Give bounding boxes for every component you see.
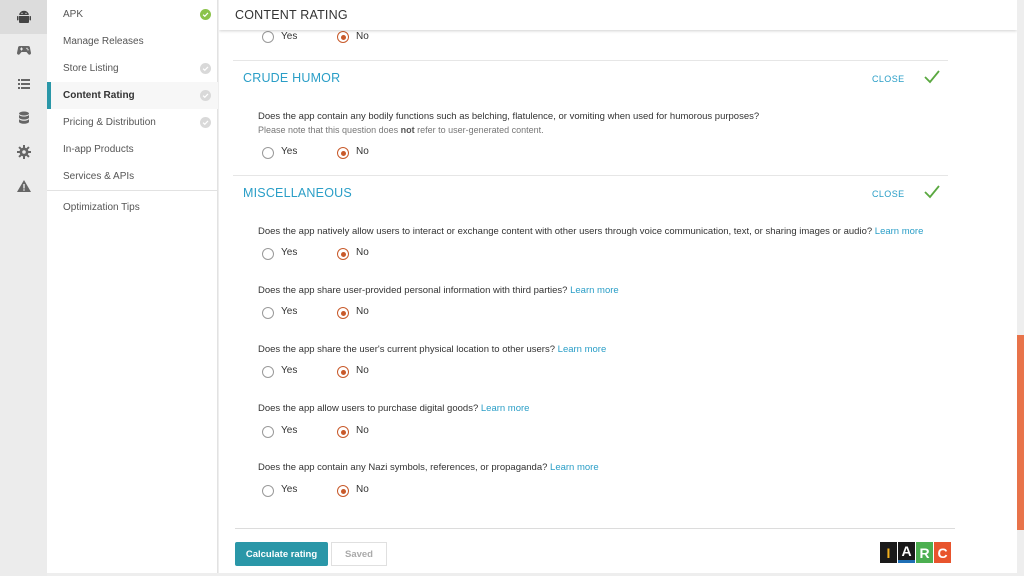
nav-item-label: Services & APIs bbox=[63, 171, 135, 182]
page-title: CONTENT RATING bbox=[235, 8, 348, 22]
radio-yes[interactable] bbox=[262, 307, 274, 319]
section-divider bbox=[233, 175, 948, 176]
iarc-letter: I bbox=[880, 542, 897, 563]
check-circle-icon bbox=[200, 63, 211, 74]
question-text: Does the app natively allow users to int… bbox=[258, 226, 924, 237]
question-text: Does the app allow users to purchase dig… bbox=[258, 403, 530, 414]
nav-item-label: Optimization Tips bbox=[63, 202, 140, 213]
close-section-link[interactable]: CLOSE bbox=[872, 189, 905, 199]
iarc-letter: A bbox=[898, 542, 915, 563]
page-header: CONTENT RATING bbox=[219, 0, 1017, 30]
radio-no-label: No bbox=[356, 306, 369, 317]
radio-no-label: No bbox=[356, 247, 369, 258]
section-divider bbox=[233, 60, 948, 61]
iarc-letter: R bbox=[916, 542, 933, 563]
nav-item-pricing-distribution[interactable]: Pricing & Distribution bbox=[47, 109, 218, 136]
radio-no[interactable] bbox=[337, 147, 349, 159]
learn-more-link[interactable]: Learn more bbox=[481, 403, 530, 414]
radio-no-label: No bbox=[356, 425, 369, 436]
radio-yes[interactable] bbox=[262, 147, 274, 159]
radio-no-label: No bbox=[356, 146, 369, 157]
radio-no[interactable] bbox=[337, 248, 349, 260]
radio-yes-label: Yes bbox=[281, 425, 298, 436]
calculate-rating-button[interactable]: Calculate rating bbox=[235, 542, 328, 566]
radio-yes-label: Yes bbox=[281, 31, 298, 42]
radio-yes[interactable] bbox=[262, 366, 274, 378]
close-section-link[interactable]: CLOSE bbox=[872, 74, 905, 84]
radio-yes-label: Yes bbox=[281, 306, 298, 317]
nav-item-label: APK bbox=[63, 9, 84, 20]
saved-button: Saved bbox=[331, 542, 387, 566]
nav-item-label: Manage Releases bbox=[63, 36, 144, 47]
nav-item-label: Content Rating bbox=[63, 90, 135, 101]
learn-more-link[interactable]: Learn more bbox=[558, 344, 607, 355]
radio-yes[interactable] bbox=[262, 485, 274, 497]
check-circle-icon bbox=[200, 9, 211, 20]
question-text: Does the app share the user's current ph… bbox=[258, 344, 607, 355]
nav-item-apk[interactable]: APK bbox=[47, 1, 218, 28]
question-text: Does the app contain any bodily function… bbox=[258, 111, 760, 122]
radio-yes-label: Yes bbox=[281, 484, 298, 495]
question-text: Does the app contain any Nazi symbols, r… bbox=[258, 462, 599, 473]
radio-no-label: No bbox=[356, 31, 369, 42]
radio-no-label: No bbox=[356, 365, 369, 376]
radio-no-label: No bbox=[356, 484, 369, 495]
nav-item-optimization-tips[interactable]: Optimization Tips bbox=[47, 194, 218, 221]
iarc-letter: C bbox=[934, 542, 951, 563]
radio-yes[interactable] bbox=[262, 426, 274, 438]
radio-yes-label: Yes bbox=[281, 247, 298, 258]
question-note: Please note that this question does not … bbox=[258, 125, 544, 135]
nav-item-label: Pricing & Distribution bbox=[63, 117, 156, 128]
checkmark-icon bbox=[924, 185, 940, 199]
section-title-miscellaneous: MISCELLANEOUS bbox=[243, 186, 352, 200]
main-content: CONTENT RATING Yes No CRUDE HUMOR CLOSE … bbox=[219, 0, 1017, 573]
scrollbar-thumb[interactable] bbox=[1017, 335, 1024, 530]
radio-yes-label: Yes bbox=[281, 365, 298, 376]
question-text: Does the app share user-provided persona… bbox=[258, 285, 619, 296]
gear-icon[interactable] bbox=[0, 135, 47, 169]
scrollbar[interactable] bbox=[1017, 0, 1024, 576]
radio-no[interactable] bbox=[337, 426, 349, 438]
nav-divider bbox=[47, 190, 218, 191]
radio-yes[interactable] bbox=[262, 248, 274, 260]
checkmark-icon bbox=[924, 70, 940, 84]
learn-more-link[interactable]: Learn more bbox=[570, 285, 619, 296]
nav-item-manage-releases[interactable]: Manage Releases bbox=[47, 28, 218, 55]
nav-item-services-apis[interactable]: Services & APIs bbox=[47, 163, 218, 190]
nav-item-in-app-products[interactable]: In-app Products bbox=[47, 136, 218, 163]
database-icon[interactable] bbox=[0, 101, 47, 135]
learn-more-link[interactable]: Learn more bbox=[550, 462, 599, 473]
nav-item-label: Store Listing bbox=[63, 63, 119, 74]
radio-yes-label: Yes bbox=[281, 146, 298, 157]
icon-rail bbox=[0, 0, 47, 576]
radio-no[interactable] bbox=[337, 485, 349, 497]
radio-yes[interactable] bbox=[262, 31, 274, 43]
warning-icon[interactable] bbox=[0, 169, 47, 203]
radio-no[interactable] bbox=[337, 307, 349, 319]
gamepad-icon[interactable] bbox=[0, 33, 47, 67]
radio-no[interactable] bbox=[337, 366, 349, 378]
section-nav: APK Manage Releases Store Listing Conten… bbox=[47, 0, 218, 573]
footer-divider bbox=[235, 528, 955, 529]
nav-item-store-listing[interactable]: Store Listing bbox=[47, 55, 218, 82]
radio-no[interactable] bbox=[337, 31, 349, 43]
iarc-logo: I A R C bbox=[880, 542, 951, 563]
check-circle-icon bbox=[200, 90, 211, 101]
section-title-crude-humor: CRUDE HUMOR bbox=[243, 71, 341, 85]
nav-item-label: In-app Products bbox=[63, 144, 134, 155]
android-icon[interactable] bbox=[0, 0, 47, 34]
list-icon[interactable] bbox=[0, 67, 47, 101]
nav-item-content-rating[interactable]: Content Rating bbox=[47, 82, 218, 109]
check-circle-icon bbox=[200, 117, 211, 128]
learn-more-link[interactable]: Learn more bbox=[875, 226, 924, 237]
